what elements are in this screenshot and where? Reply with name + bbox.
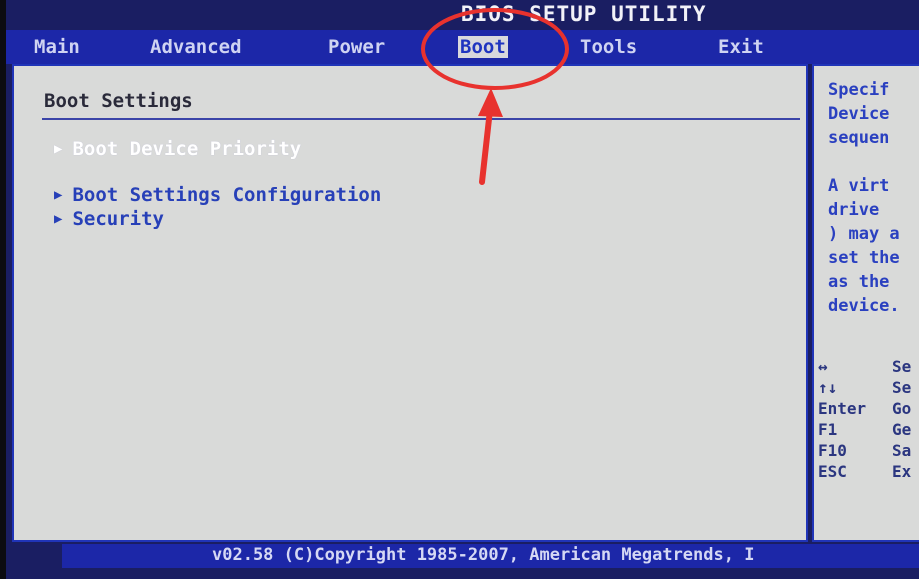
key-action: Se: [892, 378, 912, 397]
submenu-arrow-icon: ▶: [54, 211, 63, 227]
boot-device-priority-item[interactable]: ▶ Boot Device Priority: [54, 138, 301, 160]
submenu-arrow-icon: ▶: [54, 187, 63, 203]
key-name: F10: [818, 441, 847, 460]
key-name: ↑↓: [818, 378, 838, 397]
entry-label: Security: [72, 208, 164, 230]
key-action: Se: [892, 357, 912, 376]
help-panel: Specif Device sequen A virt drive ) may …: [812, 64, 919, 542]
panel-divider: [42, 118, 800, 120]
key-action: Go: [892, 399, 912, 418]
menu-exit[interactable]: Exit: [716, 36, 766, 58]
menu-power[interactable]: Power: [326, 36, 387, 58]
panel-title: Boot Settings: [44, 90, 193, 112]
key-row: ↔ Se: [818, 356, 911, 377]
menu-main[interactable]: Main: [32, 36, 82, 58]
security-item[interactable]: ▶ Security: [54, 208, 164, 230]
entry-label: Boot Device Priority: [72, 138, 302, 160]
key-row: Enter Go: [818, 398, 911, 419]
settings-panel: Boot Settings ▶ Boot Device Priority ▶ Boo…: [12, 64, 808, 542]
key-name: ↔: [818, 357, 828, 376]
menu-bar: Main Advanced Power Boot Tools Exit: [6, 30, 919, 64]
bios-title: BIOS SETUP UTILITY: [461, 2, 707, 26]
key-row: F10 Sa: [818, 440, 911, 461]
boot-settings-configuration-item[interactable]: ▶ Boot Settings Configuration: [54, 184, 381, 206]
menu-tools[interactable]: Tools: [578, 36, 639, 58]
key-name: F1: [818, 420, 838, 439]
key-name: Enter: [818, 399, 867, 418]
key-row: F1 Ge: [818, 419, 911, 440]
bios-screen: BIOS SETUP UTILITY Main Advanced Power B…: [6, 0, 919, 579]
menu-boot[interactable]: Boot: [458, 36, 508, 58]
key-row: ↑↓ Se: [818, 377, 911, 398]
key-row: ESC Ex: [818, 461, 911, 482]
copyright-text: v02.58 (C)Copyright 1985-2007, American …: [212, 545, 755, 565]
key-action: Ex: [892, 462, 912, 481]
key-legend: ↔ Se ↑↓ Se Enter Go F1 Ge F10 Sa ESC Ex: [818, 356, 911, 482]
key-action: Ge: [892, 420, 912, 439]
help-text: Specif Device sequen A virt drive ) may …: [828, 80, 900, 316]
entry-label: Boot Settings Configuration: [72, 184, 382, 206]
menu-advanced[interactable]: Advanced: [148, 36, 244, 58]
key-name: ESC: [818, 462, 847, 481]
submenu-arrow-icon: ▶: [54, 141, 63, 157]
key-action: Sa: [892, 441, 912, 460]
footer-bar: v02.58 (C)Copyright 1985-2007, American …: [62, 544, 919, 568]
